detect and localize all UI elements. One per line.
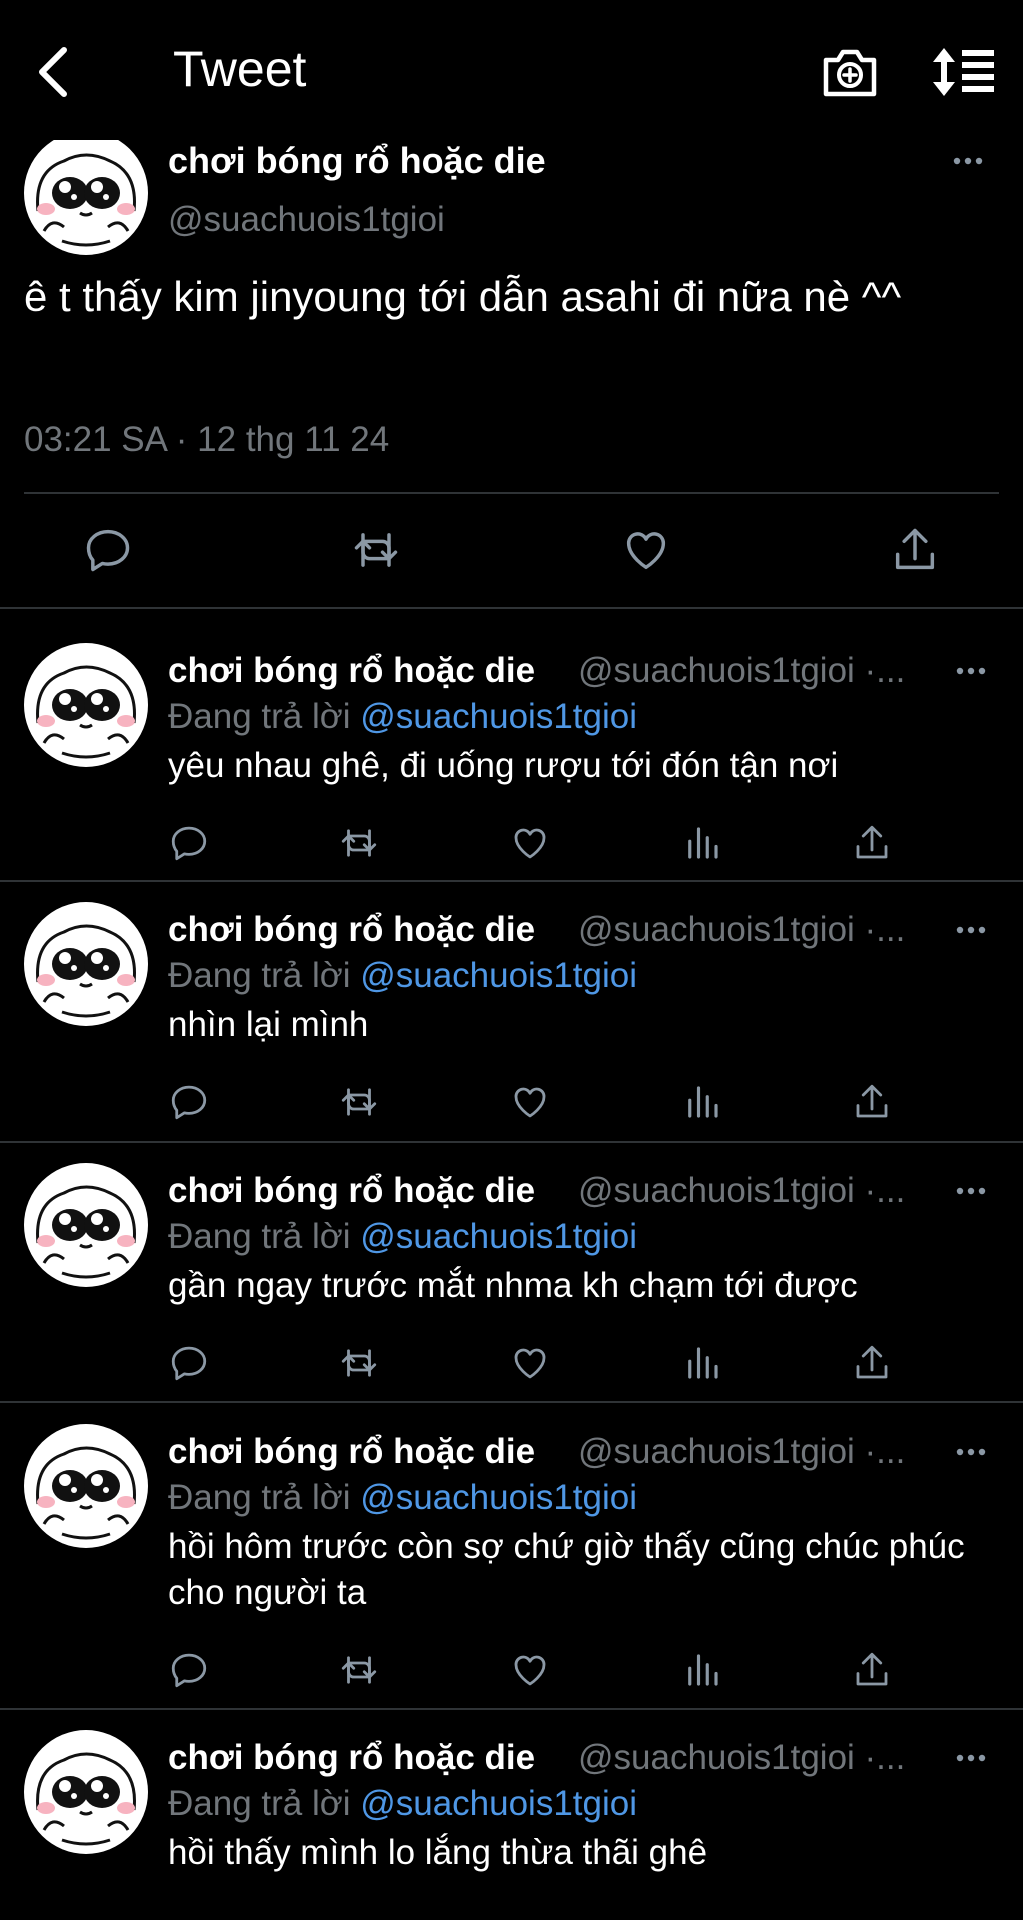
- like-icon[interactable]: [509, 1342, 551, 1384]
- more-options-icon[interactable]: [952, 154, 984, 168]
- divider: [0, 1708, 1023, 1710]
- replying-to: Đang trả lời @suachuois1tgioi: [168, 697, 637, 737]
- divider: [24, 492, 999, 494]
- user-handle[interactable]: @suachuois1tgioi ·...: [578, 1171, 905, 1211]
- stats-icon[interactable]: [681, 1342, 723, 1384]
- reply-icon[interactable]: [168, 1342, 210, 1384]
- replying-prefix: Đang trả lời: [168, 1478, 351, 1517]
- replying-prefix: Đang trả lời: [168, 697, 351, 736]
- more-options-icon[interactable]: [955, 924, 987, 936]
- user-handle[interactable]: @suachuois1tgioi ·...: [578, 1432, 905, 1472]
- replying-to: Đang trả lời @suachuois1tgioi: [168, 1217, 637, 1257]
- divider: [0, 1401, 1023, 1403]
- tweet-text: ê t thấy kim jinyoung tới dẫn asahi đi n…: [24, 273, 902, 320]
- reply-icon[interactable]: [168, 1649, 210, 1691]
- retweet-icon[interactable]: [338, 1342, 380, 1384]
- mention-link[interactable]: @suachuois1tgioi: [360, 697, 637, 736]
- share-icon[interactable]: [851, 1342, 893, 1384]
- mention-link[interactable]: @suachuois1tgioi: [360, 1217, 637, 1256]
- stats-icon[interactable]: [681, 1081, 723, 1123]
- divider: [0, 1141, 1023, 1143]
- more-options-icon[interactable]: [955, 1752, 987, 1764]
- mention-link[interactable]: @suachuois1tgioi: [360, 1478, 637, 1517]
- like-icon[interactable]: [509, 1081, 551, 1123]
- user-handle[interactable]: @suachuois1tgioi ·...: [578, 1738, 905, 1778]
- mention-link[interactable]: @suachuois1tgioi: [360, 1784, 637, 1823]
- reply-tweet[interactable]: chơi bóng rổ hoặc die @suachuois1tgioi ·…: [0, 1712, 1023, 1920]
- display-name[interactable]: chơi bóng rổ hoặc die: [168, 910, 535, 950]
- camera-plus-icon[interactable]: [820, 44, 880, 100]
- divider: [0, 880, 1023, 882]
- divider: [0, 607, 1023, 609]
- tweet-text: nhìn lại mình: [168, 1005, 369, 1044]
- tweet-text: yêu nhau ghê, đi uống rượu tới đón tận n…: [168, 746, 839, 785]
- like-icon[interactable]: [509, 822, 551, 864]
- avatar[interactable]: [24, 1424, 148, 1548]
- share-icon[interactable]: [851, 822, 893, 864]
- like-icon[interactable]: [509, 1649, 551, 1691]
- share-icon[interactable]: [889, 524, 941, 576]
- avatar[interactable]: [24, 1730, 148, 1854]
- tweet-text: hồi thấy mình lo lắng thừa thãi ghê: [168, 1833, 708, 1872]
- reply-icon[interactable]: [168, 1081, 210, 1123]
- back-icon[interactable]: [30, 42, 80, 102]
- reply-icon[interactable]: [82, 524, 134, 576]
- top-bar: Tweet: [0, 0, 1023, 140]
- more-options-icon[interactable]: [955, 665, 987, 677]
- retweet-icon[interactable]: [338, 1081, 380, 1123]
- more-options-icon[interactable]: [955, 1185, 987, 1197]
- avatar[interactable]: [24, 643, 148, 767]
- user-handle[interactable]: @suachuois1tgioi: [168, 200, 445, 240]
- replying-to: Đang trả lời @suachuois1tgioi: [168, 956, 637, 996]
- avatar[interactable]: [24, 1163, 148, 1287]
- replying-prefix: Đang trả lời: [168, 1217, 351, 1256]
- retweet-icon[interactable]: [338, 1649, 380, 1691]
- retweet-icon[interactable]: [338, 822, 380, 864]
- reply-icon[interactable]: [168, 822, 210, 864]
- display-name[interactable]: chơi bóng rổ hoặc die: [168, 140, 546, 182]
- reply-tweet[interactable]: chơi bóng rổ hoặc die @suachuois1tgioi ·…: [0, 625, 1023, 880]
- stats-icon[interactable]: [681, 822, 723, 864]
- more-options-icon[interactable]: [955, 1446, 987, 1458]
- page-title: Tweet: [173, 41, 307, 97]
- display-name[interactable]: chơi bóng rổ hoặc die: [168, 1738, 535, 1778]
- share-icon[interactable]: [851, 1081, 893, 1123]
- tweet-timestamp[interactable]: 03:21 SA · 12 thg 11 24: [24, 420, 389, 460]
- replying-to: Đang trả lời @suachuois1tgioi: [168, 1784, 637, 1824]
- replying-prefix: Đang trả lời: [168, 956, 351, 995]
- reply-tweet[interactable]: chơi bóng rổ hoặc die @suachuois1tgioi ·…: [0, 884, 1023, 1139]
- reply-tweet[interactable]: chơi bóng rổ hoặc die @suachuois1tgioi ·…: [0, 1145, 1023, 1400]
- avatar[interactable]: [24, 902, 148, 1026]
- tweet-text: hồi hôm trước còn sợ chứ giờ thấy cũng c…: [168, 1527, 965, 1612]
- stats-icon[interactable]: [681, 1649, 723, 1691]
- user-handle[interactable]: @suachuois1tgioi ·...: [578, 651, 905, 691]
- like-icon[interactable]: [620, 524, 672, 576]
- display-name[interactable]: chơi bóng rổ hoặc die: [168, 1171, 535, 1211]
- retweet-icon[interactable]: [350, 524, 402, 576]
- replying-to: Đang trả lời @suachuois1tgioi: [168, 1478, 637, 1518]
- user-handle[interactable]: @suachuois1tgioi ·...: [578, 910, 905, 950]
- sort-icon[interactable]: [930, 44, 996, 100]
- avatar[interactable]: [24, 140, 148, 255]
- mention-link[interactable]: @suachuois1tgioi: [360, 956, 637, 995]
- display-name[interactable]: chơi bóng rổ hoặc die: [168, 1432, 535, 1472]
- reply-tweet[interactable]: chơi bóng rổ hoặc die @suachuois1tgioi ·…: [0, 1406, 1023, 1711]
- share-icon[interactable]: [851, 1649, 893, 1691]
- display-name[interactable]: chơi bóng rổ hoặc die: [168, 651, 535, 691]
- tweet-text: gần ngay trước mắt nhma kh chạm tới được: [168, 1266, 858, 1305]
- replying-prefix: Đang trả lời: [168, 1784, 351, 1823]
